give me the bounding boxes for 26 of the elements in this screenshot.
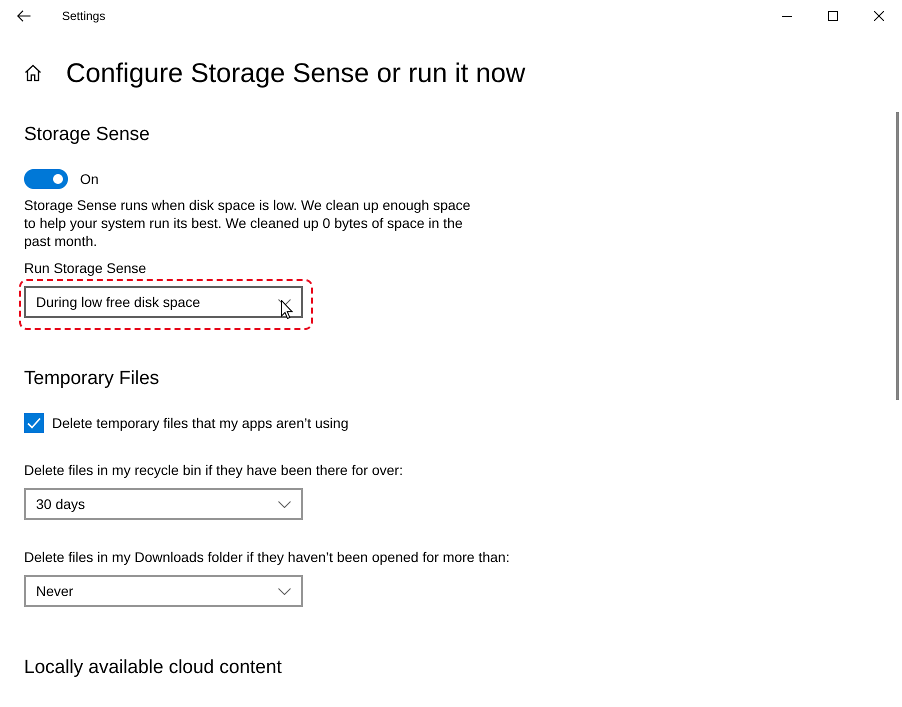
home-icon[interactable] [24,64,42,82]
scrollbar-thumb[interactable] [896,112,899,400]
checkmark-icon [27,417,41,429]
description-text: Storage Sense runs when disk space is low. We clean up enough space to help your system run its best. We cleaned up 0 bytes of space in the past month. [24,196,472,250]
maximize-icon [828,11,838,21]
chevron-down-icon [278,298,291,306]
toggle-switch[interactable] [24,169,68,189]
dropdown-label: Delete files in my Downloads folder if they haven’t been opened for more than: [24,548,511,566]
dropdown[interactable]: During low free disk space [24,286,303,318]
checkbox-label: Delete temporary files that my apps aren’t using [52,414,348,432]
dropdown-label: Delete files in my recycle bin if they have been there for over: [24,461,404,479]
dropdown[interactable]: Never [24,575,303,607]
dropdown[interactable]: 30 days [24,488,303,520]
window-title: Settings [62,8,106,24]
mouse-pointer-icon [281,300,293,319]
toggle-label: On [80,170,99,188]
section-heading: Temporary Files [24,367,160,391]
back-arrow-icon [17,10,31,22]
checkbox[interactable] [24,413,44,433]
close-icon [874,11,884,21]
chevron-down-icon [278,500,291,508]
dropdown-label: Run Storage Sense [24,259,148,277]
page-title: Configure Storage Sense or run it now [66,57,526,90]
chevron-down-icon [278,588,291,594]
section-heading: Locally available cloud content [24,656,283,680]
section-heading: Storage Sense [24,123,151,147]
